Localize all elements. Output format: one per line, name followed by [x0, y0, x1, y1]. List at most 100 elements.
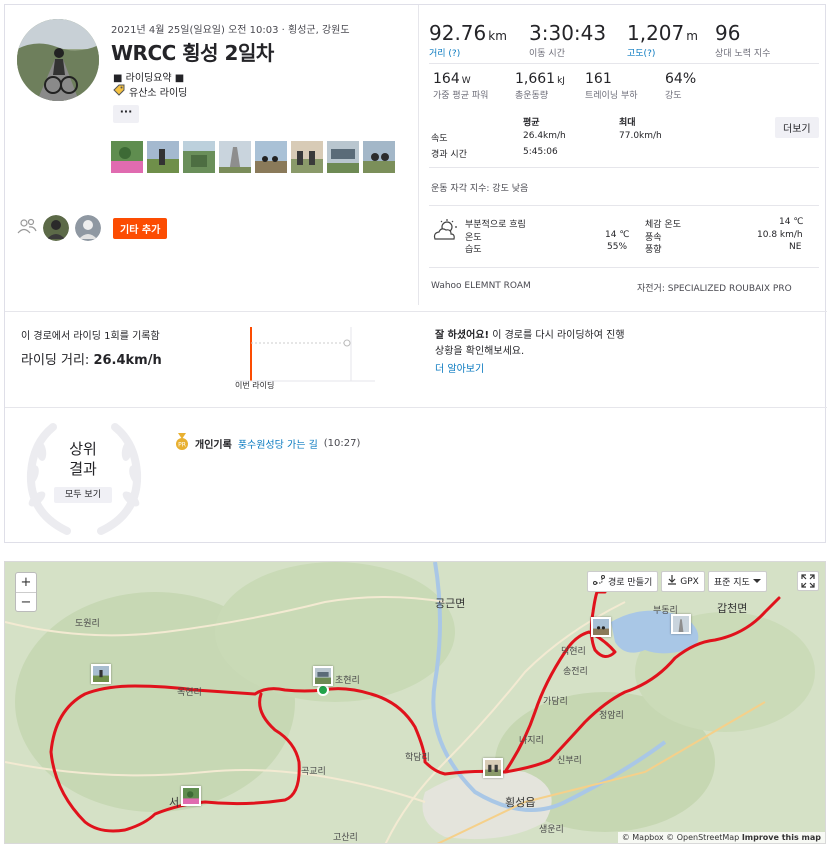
stat-relative-effort[interactable]: 96 상대 노력 지수	[715, 21, 770, 59]
gpx-download-button[interactable]: GPX	[661, 571, 705, 592]
fullscreen-button[interactable]	[797, 571, 819, 591]
stat-elevation: 1,207 m 고도(?)	[627, 21, 698, 59]
speed-max: 77.0km/h	[619, 131, 662, 141]
workout-tag: 유산소 라이딩	[113, 84, 187, 99]
stat-intensity: 64% 강도	[665, 71, 696, 101]
humidity-value: 55%	[607, 242, 628, 252]
route-match-title: 이 경로에서 라이딩 1회를 기록함	[21, 331, 160, 342]
pr-segment-link[interactable]: 풍수원성당 가는 길	[238, 436, 318, 451]
view-all-button[interactable]: 모두 보기	[54, 487, 112, 503]
map-style-dropdown[interactable]: 표준 지도	[707, 571, 767, 592]
start-marker	[317, 684, 329, 696]
stat-label: 상대 노력 지수	[715, 49, 771, 59]
stat-unit: kJ	[557, 76, 565, 86]
create-route-label: 경로 만들기	[608, 578, 653, 588]
group-activity-row: 기타 추가	[17, 215, 168, 241]
map-photo-pin[interactable]	[91, 664, 111, 684]
stat-label: 가중 평균 파워	[433, 91, 489, 101]
vertical-divider	[418, 5, 419, 305]
map-photo-pin[interactable]	[313, 666, 333, 686]
photo-thumbnail[interactable]	[183, 141, 215, 173]
map-place-label: 초현리	[335, 676, 360, 686]
wind-dir-label: 풍향	[645, 245, 662, 255]
stat-label: 총운동량	[515, 91, 549, 101]
this-ride-label: 이번 라이딩	[235, 381, 275, 390]
route-match-message: 잘 하셨어요! 이 경로를 다시 라이딩하여 진행 상황을 확인해보세요.	[435, 328, 635, 360]
map-place-label: 정암리	[599, 711, 624, 721]
map-photo-pin[interactable]	[483, 758, 503, 778]
photo-thumbnail[interactable]	[111, 141, 143, 173]
weather-condition: 부분적으로 흐림	[465, 220, 526, 230]
activity-title: WRCC 횡성 2일차	[111, 41, 274, 65]
stat-label: 이동 시간	[529, 49, 565, 59]
map-place-label: 생운리	[539, 825, 564, 835]
stat-value: 1,661	[515, 71, 556, 87]
map-toolbar: 경로 만들기 GPX 표준 지도	[587, 571, 767, 592]
stat-value: 3:30:43	[529, 21, 607, 45]
section-divider	[5, 311, 827, 312]
add-others-button[interactable]: 기타 추가	[113, 217, 168, 239]
map-photo-pin[interactable]	[591, 617, 611, 637]
bike-name[interactable]: 자전거: SPECIALIZED ROUBAIX PRO	[637, 281, 792, 294]
wind-dir-value: NE	[789, 242, 802, 252]
stat-label: 트레이닝 부하	[585, 91, 638, 101]
map-place-label: 고산리	[333, 833, 358, 843]
stat-total-work: 1,661 kJ 총운동량	[515, 71, 565, 101]
section-divider	[5, 407, 827, 408]
stat-distance: 92.76 km 거리 (?)	[429, 21, 507, 59]
tag-label: 유산소 라이딩	[129, 88, 188, 99]
nice-bold: 잘 하셨어요!	[435, 330, 490, 341]
route-map[interactable]: + − 경로 만들기 GPX 표준 지도 공근면 갑천면 도원리 옥현리 초현리…	[4, 561, 826, 844]
learn-more-link[interactable]: 더 알아보기	[435, 360, 484, 375]
osm-attribution-link[interactable]: © OpenStreetMap	[666, 833, 739, 842]
create-route-button[interactable]: 경로 만들기	[587, 571, 659, 592]
photo-thumbnail[interactable]	[363, 141, 395, 173]
map-place-label: 나지리	[519, 736, 544, 746]
group-athlete-avatar[interactable]	[75, 215, 101, 241]
activity-panel: 2021년 4월 25일(일요일) 오전 10:03 · 횡성군, 강원도 WR…	[4, 4, 827, 543]
download-icon	[667, 575, 677, 588]
improve-map-link[interactable]: Improve this map	[742, 833, 821, 842]
stat-moving-time: 3:30:43 이동 시간	[529, 21, 606, 59]
divider	[429, 205, 819, 206]
map-place-label: 도원리	[75, 619, 100, 629]
photo-thumbnail[interactable]	[219, 141, 251, 173]
athlete-avatar[interactable]	[17, 19, 99, 101]
wind-speed-value: 10.8 km/h	[757, 230, 803, 240]
map-photo-pin[interactable]	[671, 614, 691, 634]
photo-thumbnail[interactable]	[147, 141, 179, 173]
trend-point	[343, 339, 351, 347]
stat-value: 161	[585, 71, 612, 87]
group-icon	[17, 218, 37, 238]
route-match-speed-prefix: 라이딩 거리:	[21, 353, 94, 368]
show-more-button[interactable]: 더보기	[775, 117, 819, 138]
photo-thumbnail[interactable]	[327, 141, 359, 173]
photo-thumbnail[interactable]	[291, 141, 323, 173]
route-match-speed: 라이딩 거리: 26.4km/h	[21, 349, 162, 368]
photo-strip	[111, 141, 395, 173]
elapsed-value: 5:45:06	[523, 147, 558, 157]
zoom-in-button[interactable]: +	[16, 573, 36, 592]
more-actions-button[interactable]: ···	[113, 105, 139, 123]
map-photo-pin[interactable]	[181, 786, 201, 806]
zoom-out-button[interactable]: −	[16, 592, 36, 611]
stat-unit: W	[461, 76, 471, 86]
speed-avg: 26.4km/h	[523, 131, 566, 141]
top-results-title: 상위 결과	[45, 439, 121, 479]
photo-thumbnail[interactable]	[255, 141, 287, 173]
stat-training-load: 161 트레이닝 부하	[585, 71, 638, 101]
map-place-label: 갑천면	[717, 602, 748, 615]
stat-label-link[interactable]: 거리 (?)	[429, 46, 507, 59]
stat-value: 92.76	[429, 21, 487, 45]
group-athlete-avatar[interactable]	[43, 215, 69, 241]
map-place-label: 덕현리	[561, 647, 586, 657]
mapbox-attribution-link[interactable]: © Mapbox	[622, 833, 664, 842]
map-place-label: 공근면	[435, 597, 466, 610]
chevron-down-icon	[752, 577, 761, 587]
map-place-label: 송전리	[563, 667, 588, 677]
activity-meta: 2021년 4월 25일(일요일) 오전 10:03 · 횡성군, 강원도	[111, 25, 350, 36]
top-results-line2: 결과	[69, 460, 97, 478]
col-header-max: 최대	[619, 118, 636, 128]
stat-label-link[interactable]: 고도(?)	[627, 46, 698, 59]
pr-label: 개인기록	[195, 440, 232, 451]
